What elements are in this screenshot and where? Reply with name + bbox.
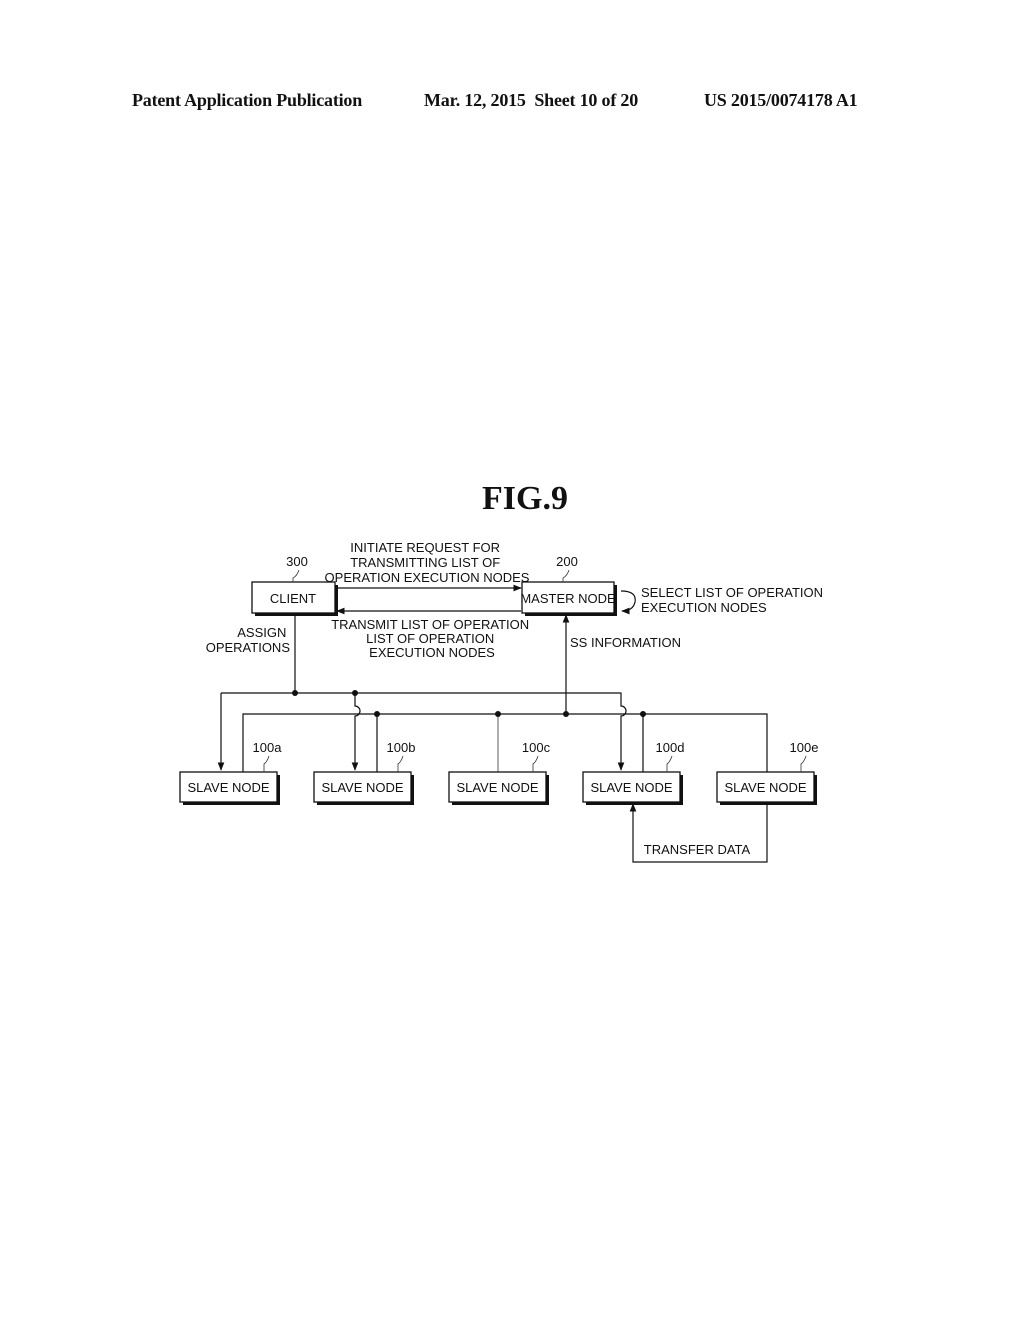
slave-node-100d: SLAVE NODE xyxy=(582,771,683,805)
ref-leader xyxy=(532,755,539,772)
slave-node-ref: 100d xyxy=(656,740,685,755)
junction-dot xyxy=(640,711,646,717)
select-loop-arrow xyxy=(620,590,636,615)
client-label: CLIENT xyxy=(270,591,316,606)
ref-leader xyxy=(263,755,270,772)
slave-node-label: SLAVE NODE xyxy=(187,780,269,795)
master-label: MASTER NODE xyxy=(520,591,616,606)
master-node: MASTER NODE xyxy=(520,581,617,616)
system-diagram: CLIENT 300 MASTER NODE 200 INITIATE REQU… xyxy=(179,540,827,863)
slave-node-label: SLAVE NODE xyxy=(456,780,538,795)
select-label: SELECT LIST OF OPERATION EXECUTION NODES xyxy=(641,585,827,615)
transfer-label: TRANSFER DATA xyxy=(644,842,751,857)
slave-node-ref: 100c xyxy=(522,740,551,755)
slave-node-ref: 100a xyxy=(253,740,283,755)
slave-node-label: SLAVE NODE xyxy=(590,780,672,795)
client-ref: 300 xyxy=(286,554,308,569)
assign-label: ASSIGN OPERATIONS xyxy=(206,625,291,655)
ss-bus xyxy=(242,713,768,772)
assign-arrow-100b xyxy=(351,693,361,771)
ref-leader xyxy=(397,755,404,772)
client-node: CLIENT xyxy=(251,581,338,616)
slave-node-100c: SLAVE NODE xyxy=(448,771,549,805)
master-ref-leader xyxy=(562,569,570,582)
ss-label: SS INFORMATION xyxy=(570,635,681,650)
slave-node-100a: SLAVE NODE xyxy=(179,771,280,805)
ref-leader xyxy=(800,755,807,772)
junction-dot xyxy=(495,711,501,717)
junction-dot xyxy=(292,690,298,696)
slave-node-label: SLAVE NODE xyxy=(321,780,403,795)
junction-dot xyxy=(352,690,358,696)
junction-dot xyxy=(563,711,569,717)
assign-bus-100d xyxy=(221,692,627,771)
master-ref: 200 xyxy=(556,554,578,569)
slave-node-100b: SLAVE NODE xyxy=(313,771,414,805)
ref-leader xyxy=(666,755,673,772)
slave-node-100e: SLAVE NODE xyxy=(716,771,817,805)
slave-node-label: SLAVE NODE xyxy=(724,780,806,795)
slave-node-ref: 100b xyxy=(387,740,416,755)
client-ref-leader xyxy=(292,569,300,582)
slave-node-ref: 100e xyxy=(790,740,819,755)
junction-dot xyxy=(374,711,380,717)
request-label: INITIATE REQUEST FOR TRANSMITTING LIST O… xyxy=(325,540,530,585)
transmit-label: TRANSMIT LIST OF OPERATION LIST OF OPERA… xyxy=(331,617,533,660)
